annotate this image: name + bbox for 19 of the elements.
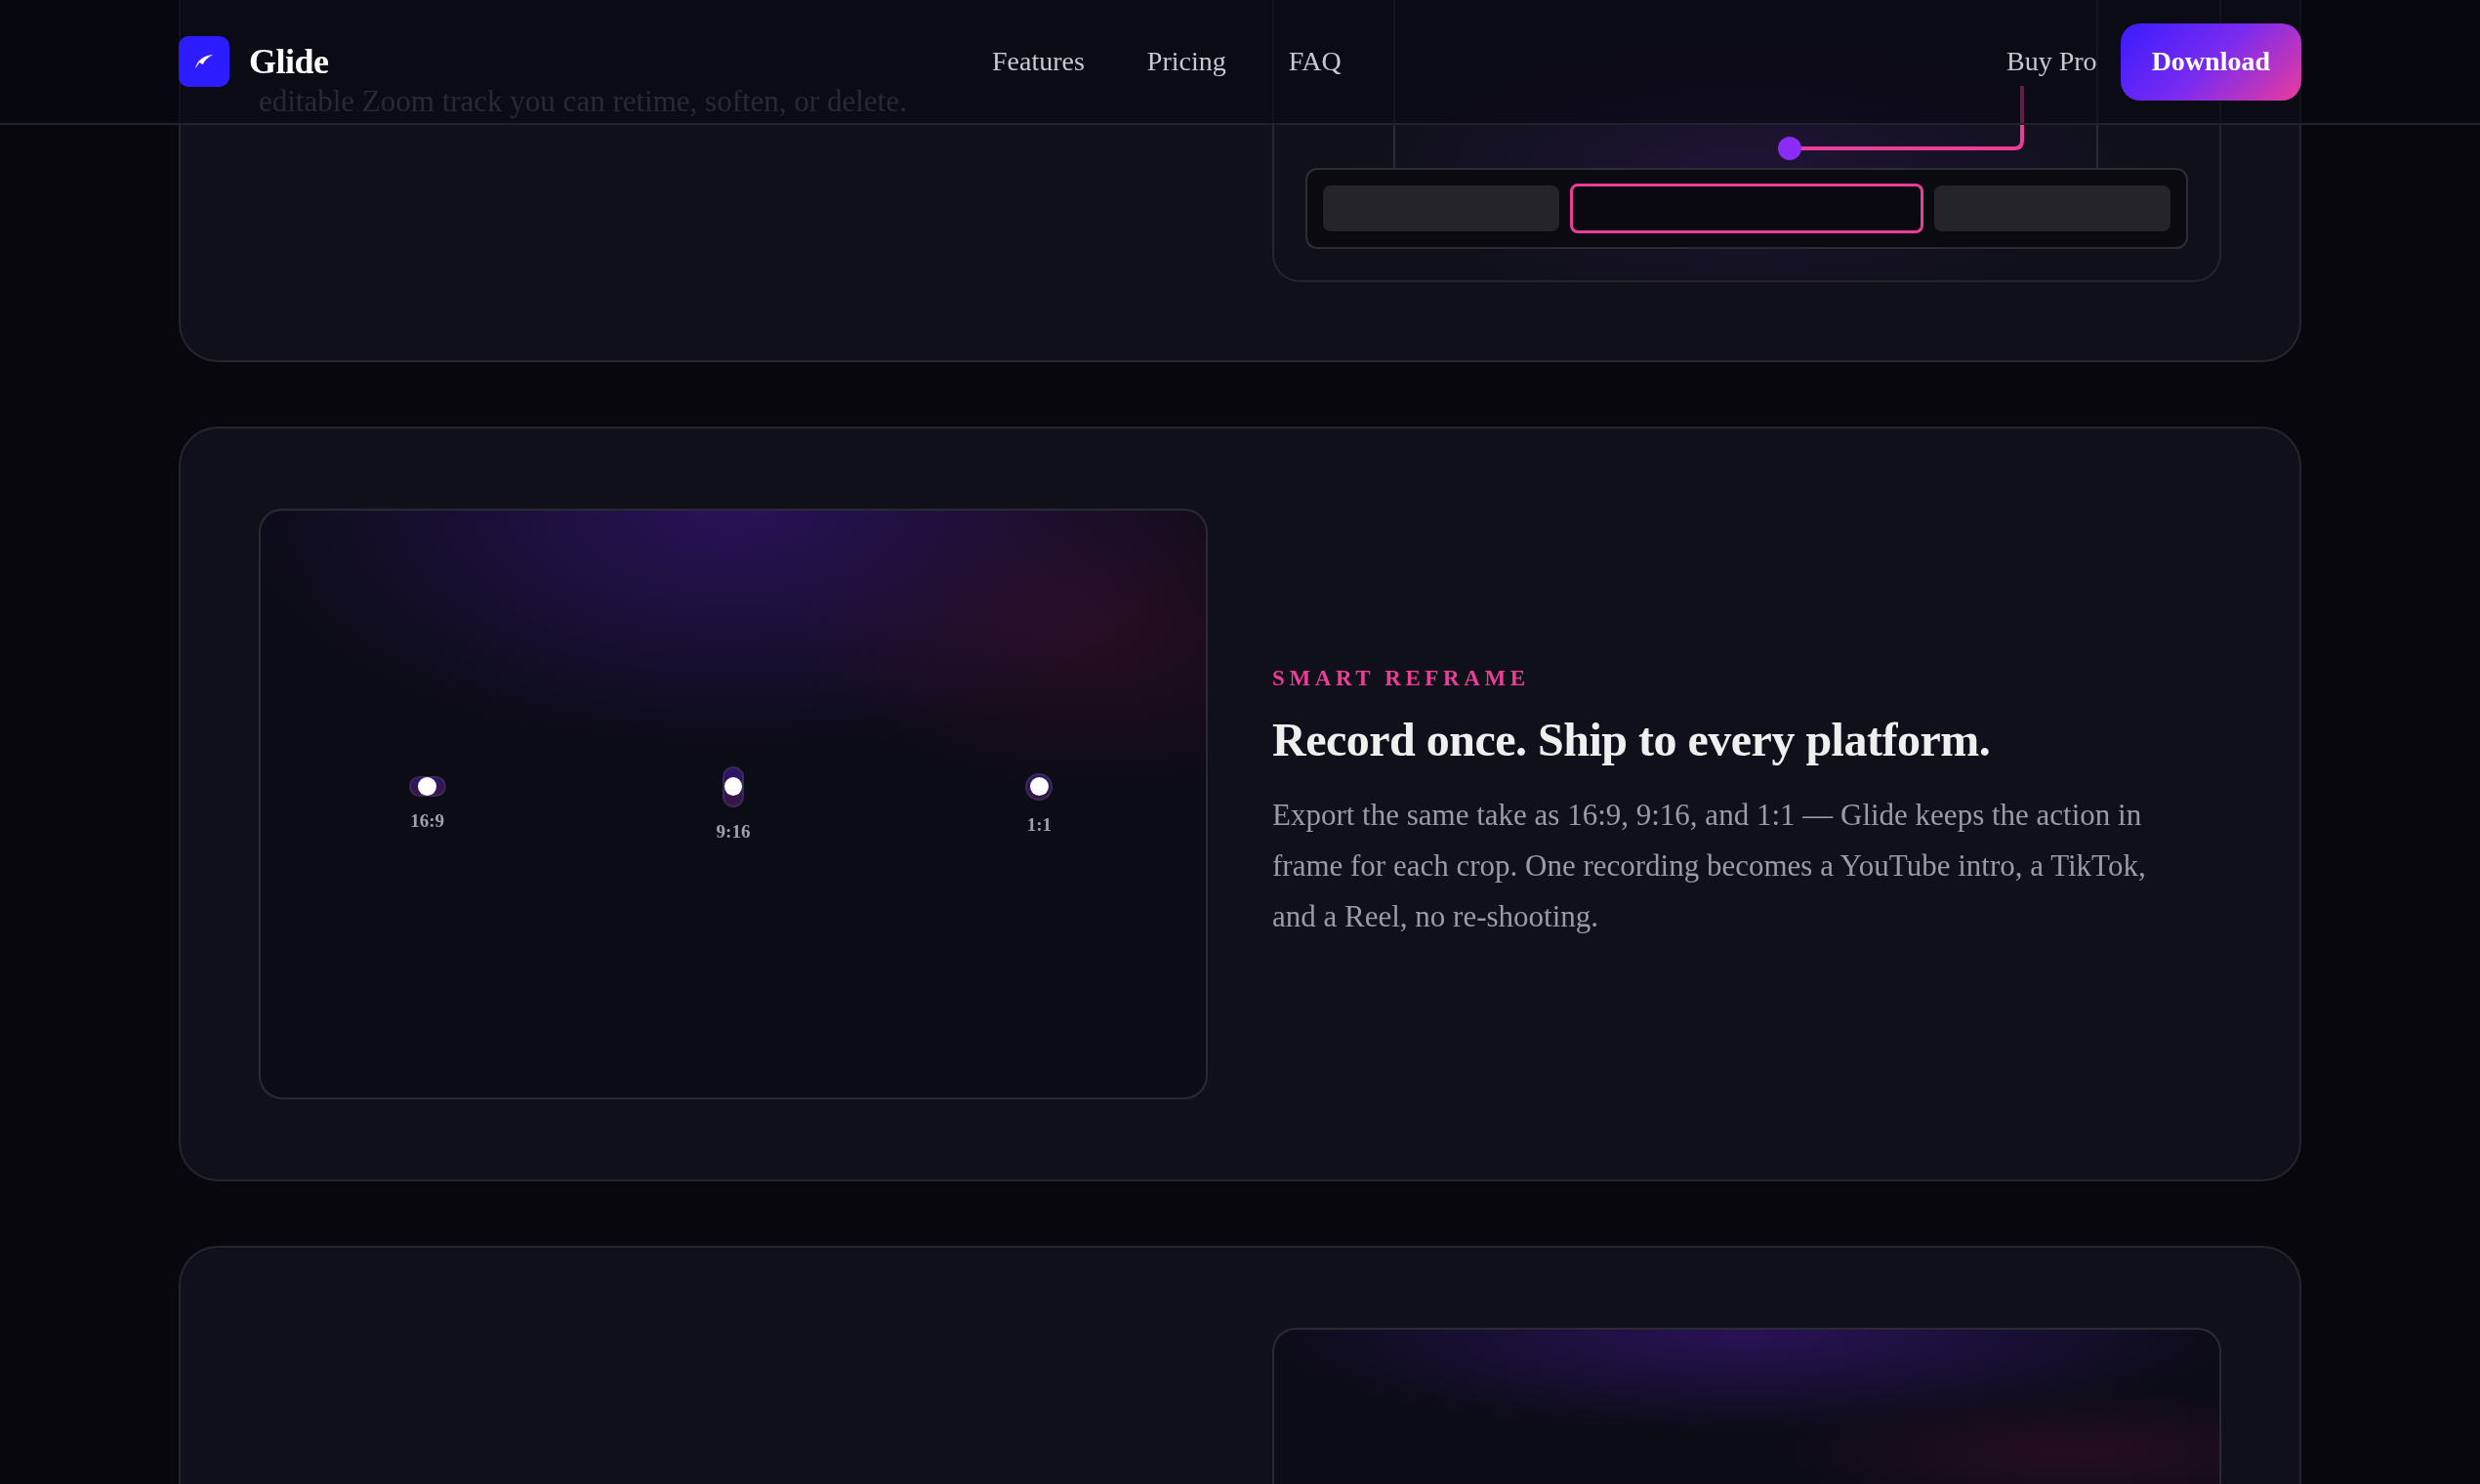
aspect-ratio-label: 9:16 [716, 820, 751, 843]
aspect-frame-icon [408, 776, 446, 797]
zoom-clip[interactable] [1570, 184, 1923, 233]
timeline-clip[interactable] [1934, 186, 2170, 231]
section-title: Record once. Ship to every platform. [1272, 713, 1992, 766]
download-button[interactable]: Download [2120, 22, 2301, 101]
nav-link[interactable]: FAQ [1288, 46, 1342, 77]
logo-icon[interactable] [179, 36, 229, 87]
aspect-frame-icon [723, 765, 744, 807]
section-eyebrow: SMART REFRAME [1272, 666, 1531, 691]
aspect-ratio-label: 16:9 [410, 810, 445, 832]
timeline-clip[interactable] [1323, 186, 1559, 231]
aspect-frame-icon [1025, 772, 1054, 801]
nav-link[interactable]: Features [992, 46, 1085, 77]
section-description: Export the same take as 16:9, 9:16, and 1:1 — Glide keeps the action in frame for each crop. One recording becomes a YouTube intro, a TikTok, and a Reel, no re-shooting. [1272, 797, 2147, 935]
brand-name[interactable]: Glide [249, 41, 329, 82]
nav-link[interactable]: Pricing [1146, 46, 1226, 77]
buy-pro-link[interactable]: Buy Pro [2006, 46, 2097, 77]
aspect-ratio-label: 1:1 [1026, 813, 1052, 836]
